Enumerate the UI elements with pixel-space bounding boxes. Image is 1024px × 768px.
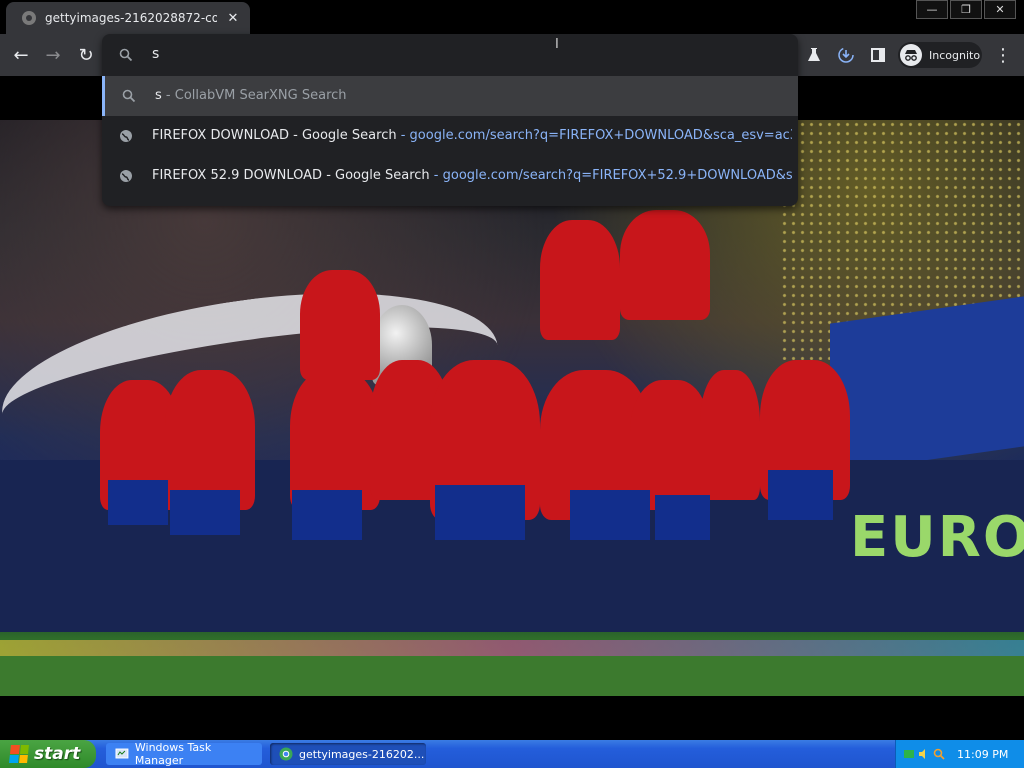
taskbar-item-label: Windows Task Manager: [134, 741, 212, 767]
volume-icon[interactable]: [918, 748, 930, 760]
page-bottom-margin: [0, 696, 1024, 740]
omnibox-dropdown: s I s - CollabVM SearXNG Search FIREFOX …: [102, 34, 798, 206]
taskbar: start Windows Task Manager gettyimages-2…: [0, 740, 1024, 768]
globe-icon: [120, 130, 132, 142]
address-bar[interactable]: s I: [102, 34, 798, 76]
suggestion-url: google.com/search?q=FIREFOX+DOWNLOAD&sca…: [409, 128, 792, 143]
pitch: [0, 656, 1024, 696]
address-bar-input[interactable]: s: [152, 46, 159, 62]
globe-icon: [120, 170, 132, 182]
system-tray: 11:09 PM: [895, 740, 1024, 768]
chrome-icon: [279, 747, 293, 761]
incognito-profile-button[interactable]: Incognito: [898, 42, 982, 68]
minimize-button[interactable]: —: [916, 0, 948, 19]
reload-button[interactable]: ↻: [73, 42, 99, 68]
page-image: EURO: [0, 120, 1024, 696]
tab-strip: gettyimages-2162028872-copy.jpg ✕ — ❐ ✕: [0, 0, 1024, 34]
tab-active[interactable]: gettyimages-2162028872-copy.jpg ✕: [6, 2, 250, 34]
suggestion-item[interactable]: s - CollabVM SearXNG Search: [102, 76, 798, 116]
players-group: [0, 200, 1024, 660]
side-panel-icon[interactable]: [865, 42, 891, 68]
text-cursor-icon: I: [555, 37, 559, 52]
download-icon[interactable]: [833, 42, 859, 68]
search-icon: [119, 48, 133, 62]
network-icon[interactable]: [903, 748, 915, 760]
search-icon: [122, 89, 136, 103]
labs-flask-icon[interactable]: [801, 42, 827, 68]
taskbar-item-browser[interactable]: gettyimages-216202...: [270, 743, 426, 765]
close-window-button[interactable]: ✕: [984, 0, 1016, 19]
tab-title: gettyimages-2162028872-copy.jpg: [45, 11, 217, 25]
windows-logo-icon: [9, 745, 29, 763]
taskbar-item-label: gettyimages-216202...: [299, 747, 425, 761]
back-button[interactable]: ←: [8, 42, 34, 68]
incognito-icon: [900, 44, 922, 66]
suggestion-title: FIREFOX DOWNLOAD - Google Search: [152, 128, 397, 143]
restore-button[interactable]: ❐: [950, 0, 982, 19]
incognito-label: Incognito: [929, 48, 981, 62]
tab-close-icon[interactable]: ✕: [225, 11, 241, 26]
suggestion-title: FIREFOX 52.9 DOWNLOAD - Google Search: [152, 168, 430, 183]
globe-icon: [22, 11, 36, 25]
taskbar-item-task-manager[interactable]: Windows Task Manager: [106, 741, 262, 767]
forward-button[interactable]: →: [40, 42, 66, 68]
suggestion-title: s: [155, 88, 162, 103]
suggestion-item[interactable]: FIREFOX 52.9 DOWNLOAD - Google Search - …: [102, 156, 798, 196]
suggestion-item[interactable]: FIREFOX DOWNLOAD - Google Search - googl…: [102, 116, 798, 156]
task-manager-icon: [115, 748, 129, 759]
menu-button[interactable]: ⋮: [990, 42, 1016, 68]
start-label: start: [34, 744, 81, 764]
suggestion-url: google.com/search?q=FIREFOX+52.9+DOWNLOA…: [442, 168, 792, 183]
window-controls: — ❐ ✕: [916, 0, 1016, 19]
suggestion-suffix: - CollabVM SearXNG Search: [161, 88, 347, 103]
suggestion-suffix: -: [396, 128, 410, 143]
search-tray-icon[interactable]: [933, 748, 945, 760]
suggestion-suffix: -: [429, 168, 443, 183]
start-button[interactable]: start: [0, 740, 96, 768]
clock: 11:09 PM: [957, 747, 1009, 761]
